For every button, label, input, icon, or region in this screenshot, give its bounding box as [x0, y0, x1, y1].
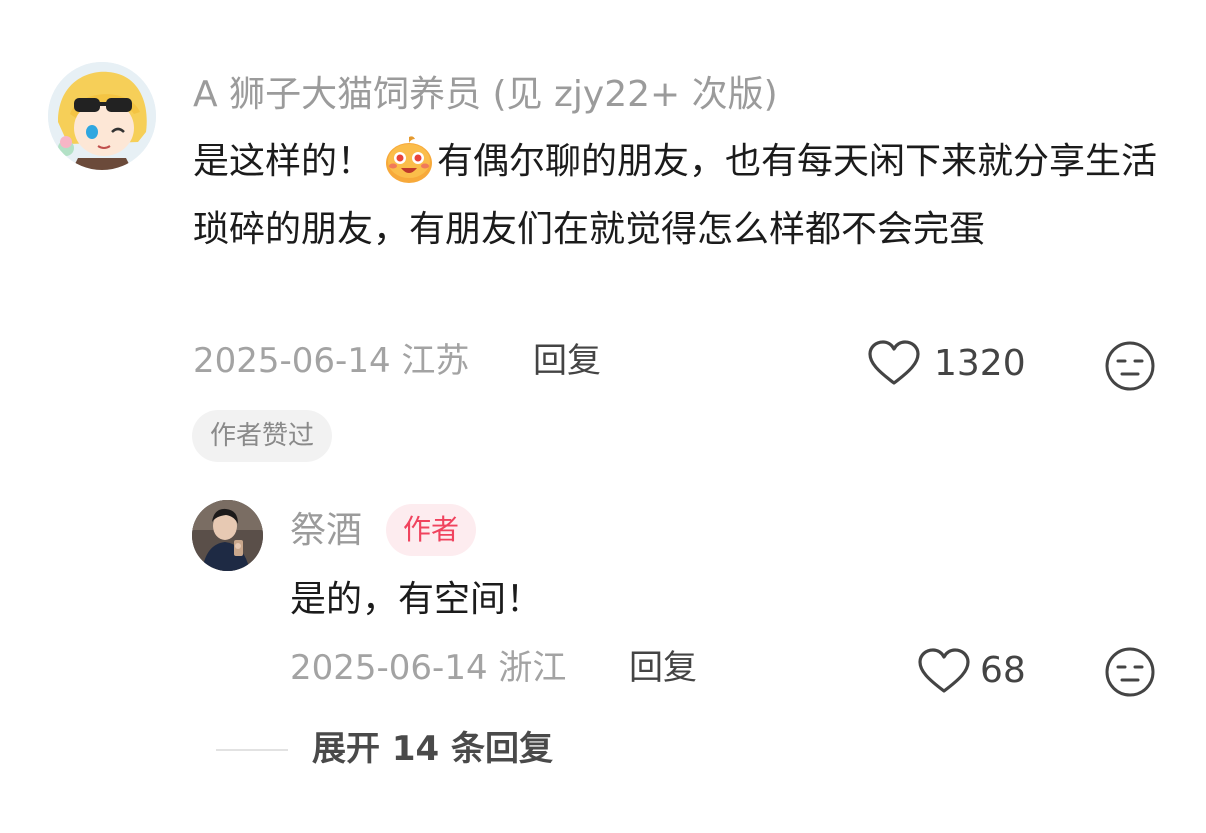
reply-username[interactable]: 祭酒	[290, 506, 362, 556]
grinning-blushing-emoji-icon	[383, 133, 435, 185]
comment-text-part1: 是这样的！	[193, 141, 374, 182]
comment-date: 2025-06-14	[193, 341, 391, 381]
heart-outline-icon	[868, 340, 920, 385]
reply-location: 浙江	[498, 648, 567, 688]
author-liked-chip: 作者赞过	[192, 410, 333, 462]
heart-outline-icon	[918, 648, 970, 693]
neutral-face-icon	[1105, 647, 1155, 697]
reply-meta: 2025-06-14 浙江	[290, 645, 566, 691]
expand-divider	[216, 749, 288, 751]
author-badge: 作者	[386, 504, 477, 556]
reply-avatar[interactable]	[192, 500, 263, 571]
reply-text: 是的，有空间！	[290, 579, 543, 620]
reply-reply-button[interactable]: 回复	[629, 645, 697, 691]
commenter-avatar[interactable]	[48, 62, 156, 170]
comment-text: 是这样的！ 有偶尔聊的朋友，也有每天闲下来就分享生活琐碎的朋友，有朋友们在就觉得…	[193, 128, 1163, 264]
comment-reply-button[interactable]: 回复	[533, 338, 601, 384]
reply-dislike-button[interactable]	[1104, 646, 1156, 698]
expand-replies-button[interactable]: 展开 14 条回复	[312, 725, 553, 773]
reply-like-button[interactable]	[916, 647, 972, 695]
reply-like-count: 68	[980, 650, 1026, 691]
comment-like-count: 1320	[934, 343, 1026, 384]
comment-like-button[interactable]	[866, 339, 922, 387]
comment-meta: 2025-06-14 江苏	[193, 338, 469, 384]
comment-dislike-button[interactable]	[1104, 340, 1156, 392]
comment-location: 江苏	[401, 341, 470, 381]
reply-date: 2025-06-14	[290, 648, 488, 688]
commenter-username[interactable]: A 狮子大猫饲养员 (见 zjy22+ 次版)	[193, 70, 778, 120]
neutral-face-icon	[1105, 341, 1155, 391]
